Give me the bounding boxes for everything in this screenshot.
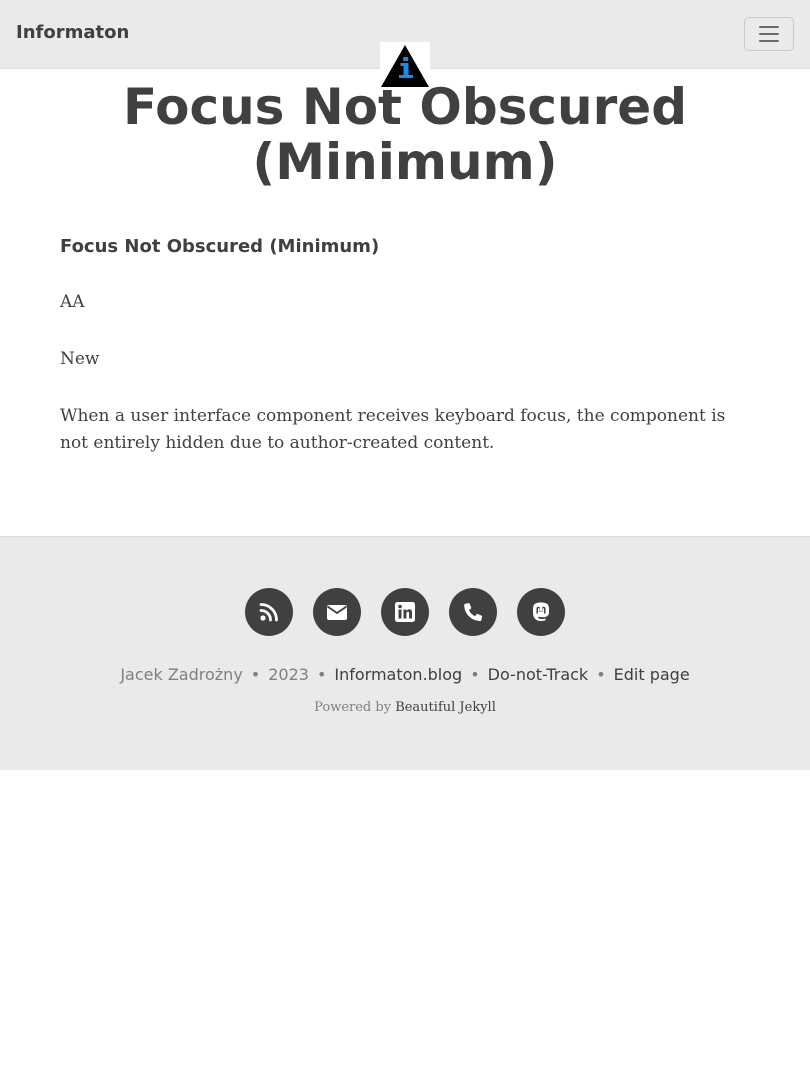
separator: •	[596, 665, 606, 684]
social-links	[245, 588, 565, 636]
main-content: Focus Not Obscured (Minimum) AA New When…	[60, 234, 750, 487]
rss-link[interactable]	[245, 588, 293, 636]
phone-icon	[464, 603, 483, 621]
rss-icon	[259, 603, 278, 622]
site-link[interactable]: Informaton.blog	[334, 665, 462, 684]
avatar[interactable]	[380, 42, 430, 90]
hamburger-menu-icon	[759, 33, 779, 35]
linkedin-link[interactable]	[381, 588, 429, 636]
footer-credits: Jacek Zadrożny • 2023 • Informaton.blog • Do-n…	[0, 665, 810, 684]
footer: Jacek Zadrożny • 2023 • Informaton.blog • Do-n…	[0, 536, 810, 770]
powered-by-label: Powered by	[314, 700, 392, 715]
copyright-year: 2023	[268, 665, 309, 684]
description-text: When a user interface component receives…	[60, 406, 726, 453]
edit-page-link[interactable]: Edit page	[614, 665, 690, 684]
envelope-icon	[326, 605, 348, 620]
status-text: New	[60, 349, 100, 369]
separator: •	[250, 665, 261, 684]
email-link[interactable]	[313, 588, 361, 636]
section-heading: Focus Not Obscured (Minimum)	[60, 236, 380, 257]
info-triangle-logo-icon	[381, 45, 429, 87]
mastodon-icon	[533, 602, 549, 622]
author-name: Jacek Zadrożny	[120, 665, 243, 684]
linkedin-icon	[395, 602, 415, 622]
separator: •	[470, 665, 480, 684]
phone-link[interactable]	[449, 588, 497, 636]
do-not-track-link[interactable]: Do-not-Track	[488, 665, 589, 684]
hamburger-menu-icon	[759, 40, 779, 42]
conformance-level: AA	[60, 292, 85, 312]
menu-toggle-button[interactable]	[744, 17, 794, 51]
beautiful-jekyll-link[interactable]: Beautiful Jekyll	[395, 700, 496, 715]
mastodon-link[interactable]	[517, 588, 565, 636]
separator: •	[316, 665, 327, 684]
powered-by: Powered by Beautiful Jekyll	[0, 700, 810, 715]
brand-link[interactable]: Informaton	[16, 22, 129, 43]
page-title: Focus Not Obscured (Minimum)	[122, 78, 688, 191]
hamburger-menu-icon	[759, 26, 779, 28]
